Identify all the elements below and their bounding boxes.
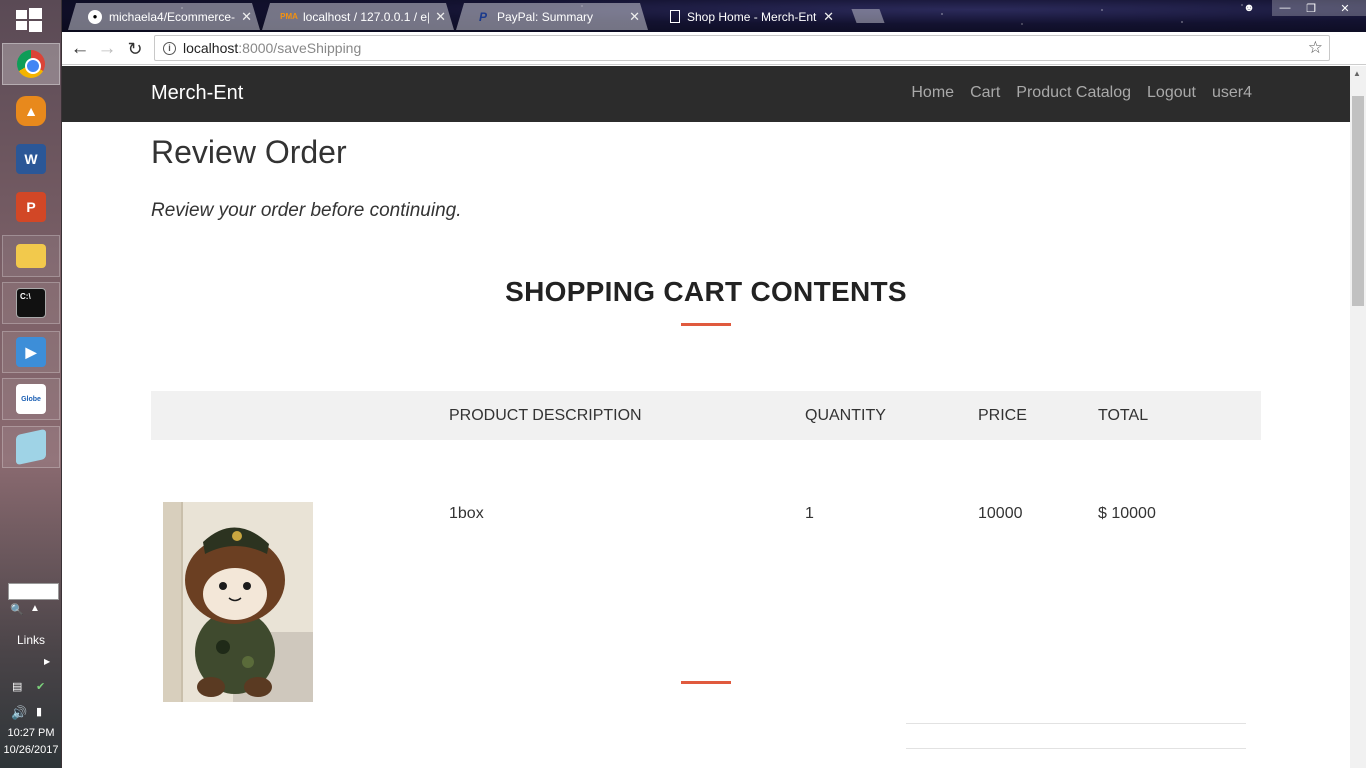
- security-check-icon[interactable]: ✔: [36, 680, 45, 693]
- page-subtitle: Review your order before continuing.: [151, 200, 462, 221]
- chevron-up-icon[interactable]: ▲: [30, 603, 40, 614]
- page-scrollbar[interactable]: ▲: [1350, 66, 1366, 768]
- browser-titlebar: ● michaela4/Ecommerce- ✕ PMA localhost /…: [62, 0, 1366, 32]
- word-icon: W: [16, 144, 46, 174]
- product-image[interactable]: [163, 502, 313, 702]
- page-icon: [670, 10, 680, 23]
- search-icon[interactable]: 🔍: [10, 603, 24, 616]
- tab-title: Shop Home - Merch-Ent: [687, 9, 817, 24]
- file-explorer-icon: [16, 244, 46, 268]
- scroll-up-icon[interactable]: ▲: [1353, 69, 1361, 78]
- nav-product-catalog[interactable]: Product Catalog: [1016, 84, 1131, 102]
- globe-broadband-icon: Globe: [16, 384, 46, 414]
- tab-phpmyadmin[interactable]: PMA localhost / 127.0.0.1 / e| ✕: [262, 3, 454, 30]
- table-header: PRODUCT DESCRIPTION QUANTITY PRICE TOTAL: [151, 391, 1261, 440]
- accent-divider: [681, 323, 731, 326]
- site-navbar: Merch-Ent Home Cart Product Catalog Logo…: [62, 66, 1350, 122]
- nav-home[interactable]: Home: [911, 84, 954, 102]
- page-viewport: Merch-Ent Home Cart Product Catalog Logo…: [62, 66, 1350, 768]
- product-price: 10000: [978, 505, 1023, 522]
- chevron-right-icon[interactable]: ▶: [44, 657, 50, 666]
- taskbar-notepad[interactable]: [2, 426, 60, 468]
- section-heading: SHOPPING CART CONTENTS: [505, 276, 907, 307]
- powerpoint-icon: P: [16, 192, 46, 222]
- taskbar-file-explorer[interactable]: [2, 235, 60, 277]
- back-arrow-icon[interactable]: ←: [68, 37, 92, 61]
- product-total: $ 10000: [1098, 505, 1156, 522]
- minimize-icon[interactable]: —: [1272, 0, 1298, 16]
- taskbar-backpack[interactable]: ▲: [2, 90, 60, 132]
- command-prompt-icon: C:\: [16, 288, 46, 318]
- scrollbar-thumb[interactable]: [1352, 96, 1364, 306]
- taskbar-command-prompt[interactable]: C:\: [2, 282, 60, 324]
- product-description: 1box: [449, 505, 484, 522]
- taskbar-powerpoint[interactable]: P: [2, 186, 60, 228]
- divider: [906, 748, 1246, 749]
- power-plug-icon[interactable]: ▮: [36, 705, 42, 718]
- close-icon[interactable]: ✕: [241, 9, 252, 25]
- totals-spacer: [906, 724, 1246, 748]
- close-icon[interactable]: ✕: [823, 9, 834, 25]
- bookmark-star-icon[interactable]: ☆: [1308, 38, 1323, 58]
- tab-github[interactable]: ● michaela4/Ecommerce- ✕: [68, 3, 260, 30]
- nav-links: Home Cart Product Catalog Logout user4: [911, 84, 1252, 102]
- github-icon: ●: [88, 10, 102, 24]
- paypal-icon: P: [478, 9, 487, 24]
- taskbar-search-input[interactable]: [8, 583, 59, 600]
- phpmyadmin-icon: PMA: [280, 12, 298, 21]
- address-bar[interactable]: i localhost :8000/saveShipping ☆: [154, 35, 1330, 61]
- new-tab-button[interactable]: [851, 9, 885, 23]
- order-totals: [906, 723, 1246, 749]
- nav-user[interactable]: user4: [1212, 84, 1252, 102]
- taskbar: ▲ W P C:\ ▶ Globe 🔍 ▲ Links ▶ ▤ ✔ 🔊 ▮ 10…: [0, 0, 62, 768]
- product-quantity: 1: [805, 505, 814, 522]
- site-brand[interactable]: Merch-Ent: [151, 82, 243, 105]
- chrome-icon: [17, 50, 45, 78]
- info-icon[interactable]: i: [163, 41, 176, 55]
- taskbar-chrome[interactable]: [2, 43, 60, 85]
- links-toolbar-label[interactable]: Links: [0, 633, 62, 647]
- notepad-icon: [16, 428, 46, 466]
- nav-logout[interactable]: Logout: [1147, 84, 1196, 102]
- close-window-icon[interactable]: ✕: [1324, 0, 1366, 16]
- column-header: QUANTITY: [805, 407, 886, 424]
- browser-toolbar: ← → ↻ i localhost :8000/saveShipping ☆: [62, 32, 1366, 65]
- cart-table: PRODUCT DESCRIPTION QUANTITY PRICE TOTAL: [151, 391, 1261, 702]
- media-player-icon: ▶: [16, 337, 46, 367]
- taskbar-media-player[interactable]: ▶: [2, 331, 60, 373]
- tab-title: localhost / 127.0.0.1 / e|: [303, 9, 430, 24]
- tab-title: michaela4/Ecommerce-: [109, 9, 236, 24]
- backpack-icon: ▲: [16, 96, 46, 126]
- plush-toy-image: [163, 502, 313, 702]
- tab-paypal[interactable]: P PayPal: Summary ✕: [456, 3, 648, 30]
- url-host: localhost: [183, 40, 239, 56]
- taskbar-globe-broadband[interactable]: Globe: [2, 378, 60, 420]
- nav-cart[interactable]: Cart: [970, 84, 1000, 102]
- reload-icon[interactable]: ↻: [123, 37, 147, 61]
- column-header: PRODUCT DESCRIPTION: [449, 407, 642, 424]
- close-icon[interactable]: ✕: [435, 9, 446, 25]
- page-title: Review Order: [151, 134, 347, 170]
- url-path: :8000/saveShipping: [238, 40, 362, 56]
- clock-time[interactable]: 10:27 PM: [0, 727, 62, 739]
- windows-start-icon[interactable]: [14, 6, 44, 34]
- taskbar-word[interactable]: W: [2, 138, 60, 180]
- restore-icon[interactable]: ❐: [1298, 0, 1324, 16]
- clock-date[interactable]: 10/26/2017: [0, 744, 62, 756]
- table-row: 1box 1 10000 $ 10000: [151, 440, 1261, 702]
- column-header: TOTAL: [1098, 407, 1149, 424]
- volume-icon[interactable]: 🔊: [11, 705, 27, 721]
- user-profile-icon[interactable]: ☻: [1236, 0, 1262, 16]
- close-icon[interactable]: ✕: [629, 9, 640, 25]
- network-icon[interactable]: ▤: [12, 680, 22, 693]
- tab-shop-home[interactable]: Shop Home - Merch-Ent ✕: [650, 3, 842, 30]
- column-header: PRICE: [978, 407, 1027, 424]
- accent-divider: [681, 681, 731, 684]
- tab-title: PayPal: Summary: [497, 9, 594, 24]
- forward-arrow-icon[interactable]: →: [95, 37, 119, 61]
